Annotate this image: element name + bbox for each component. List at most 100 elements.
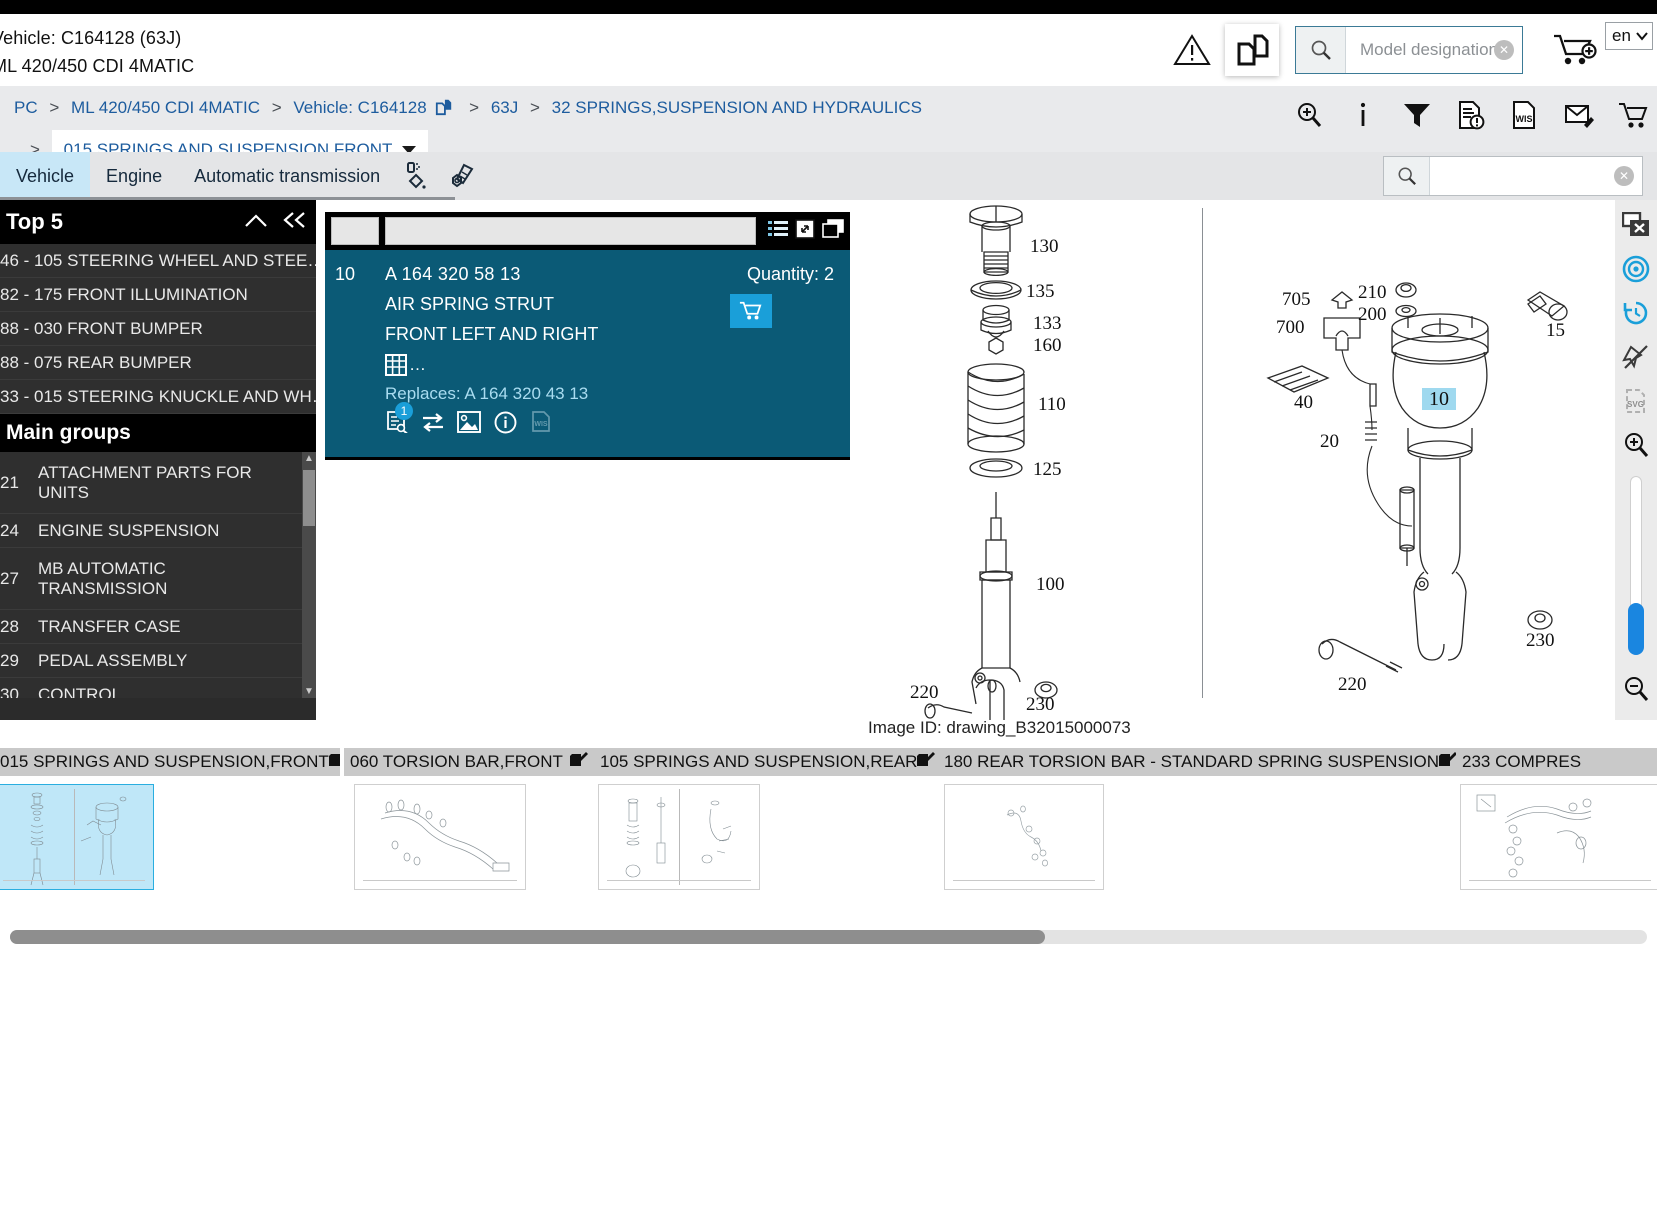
parts-filter-input[interactable] <box>385 217 756 245</box>
breadcrumb-item-3[interactable]: 63J <box>491 98 518 117</box>
double-chevron-left-icon[interactable] <box>282 209 308 235</box>
warning-triangle-icon[interactable] <box>1169 27 1215 73</box>
bolt-fastener-icon[interactable] <box>440 152 484 200</box>
breadcrumb-item-0[interactable]: PC <box>14 98 38 117</box>
thumbnail-drawing <box>1006 805 1048 867</box>
info-icon[interactable] <box>1347 98 1379 132</box>
thumbnail-title-bar[interactable]: 180 REAR TORSION BAR - STANDARD SPRING S… <box>938 748 1458 776</box>
zoom-in-icon[interactable] <box>1621 430 1651 460</box>
svg-text:110: 110 <box>1038 394 1066 415</box>
part-replaces[interactable]: Replaces: A 164 320 43 13 <box>385 384 850 404</box>
thumbnail-item[interactable]: 060 TORSION BAR,FRONT <box>344 748 596 890</box>
part-card[interactable]: 10 A 164 320 58 13 AIR SPRING STRUT FRON… <box>325 250 850 457</box>
zoom-slider-thumb[interactable] <box>1628 603 1644 655</box>
model-search-box[interactable]: Model designation ✕ <box>1295 26 1523 74</box>
thumbnail-divider <box>74 789 75 885</box>
svg-text:160: 160 <box>1033 335 1062 356</box>
language-selector[interactable]: en <box>1605 22 1653 50</box>
main-group-row[interactable]: 21 ATTACHMENT PARTS FOR UNITS <box>0 452 316 514</box>
document-search-icon[interactable]: 1 <box>385 402 413 434</box>
edit-icon[interactable] <box>917 751 936 774</box>
info-circle-icon[interactable] <box>493 410 517 434</box>
wis-document-icon[interactable]: WIS <box>1509 98 1541 132</box>
tab-engine[interactable]: Engine <box>90 152 178 200</box>
tab-vehicle[interactable]: Vehicle <box>0 152 91 200</box>
edit-icon[interactable] <box>570 751 588 774</box>
parts-search-box[interactable]: ✕ <box>1383 156 1643 196</box>
main-group-row[interactable]: 29 PEDAL ASSEMBLY <box>0 644 316 678</box>
edit-icon[interactable] <box>1439 751 1458 774</box>
cart-icon[interactable] <box>1617 98 1649 132</box>
tab-automatic-transmission[interactable]: Automatic transmission <box>178 152 396 200</box>
filter-icon[interactable] <box>1401 98 1433 132</box>
thumbnail-scrollbar[interactable] <box>10 930 1647 944</box>
drawing-viewer[interactable]: 130 135 133 160 110 125 100 220 230 210 … <box>850 200 1657 720</box>
exchange-arrows-icon[interactable] <box>421 410 445 434</box>
thumbnail-title-bar[interactable]: 233 COMPRES <box>1456 748 1657 776</box>
add-to-cart-button[interactable] <box>730 294 772 328</box>
top5-item[interactable]: 82 - 175 FRONT ILLUMINATION <box>0 278 316 312</box>
cart-add-icon[interactable] <box>1547 26 1603 74</box>
mail-edit-icon[interactable] <box>1563 98 1595 132</box>
thumbnail-image[interactable] <box>354 784 526 890</box>
scrollbar-thumb[interactable] <box>10 930 1045 944</box>
main-group-row[interactable]: 24 ENGINE SUSPENSION <box>0 514 316 548</box>
scroll-down-icon[interactable]: ▼ <box>304 686 314 697</box>
thumbnail-image[interactable] <box>0 784 154 890</box>
svg-text:705: 705 <box>1282 289 1311 310</box>
edit-icon[interactable] <box>328 751 340 774</box>
clear-search-icon[interactable]: ✕ <box>1614 166 1634 186</box>
parts-filter-chip[interactable] <box>331 217 379 245</box>
close-window-icon[interactable] <box>1621 210 1651 240</box>
thumbnail-item[interactable]: 233 COMPRES <box>1456 748 1657 890</box>
paint-spray-icon[interactable] <box>396 152 440 200</box>
top5-item[interactable]: 88 - 030 FRONT BUMPER <box>0 312 316 346</box>
scrollbar-thumb[interactable] <box>303 470 315 526</box>
wis-icon[interactable]: WIS <box>529 410 553 434</box>
document-alert-icon[interactable] <box>1455 98 1487 132</box>
top5-list: 46 - 105 STEERING WHEEL AND STEE… 82 - 1… <box>0 244 316 414</box>
history-reset-icon[interactable] <box>1621 298 1651 328</box>
target-center-icon[interactable] <box>1621 254 1651 284</box>
thumbnail-title-bar[interactable]: 105 SPRINGS AND SUSPENSION,REAR <box>594 748 938 776</box>
main-groups-scrollbar[interactable]: ▲ ▼ <box>302 452 316 698</box>
thumbnail-item[interactable]: 180 REAR TORSION BAR - STANDARD SPRING S… <box>938 748 1458 890</box>
list-view-icon[interactable] <box>768 220 788 243</box>
chevron-up-icon[interactable] <box>244 209 268 235</box>
duplicate-window-icon[interactable] <box>822 218 844 244</box>
svg-export-icon[interactable]: SVG <box>1621 386 1651 416</box>
parts-search-field[interactable]: ✕ <box>1430 157 1642 195</box>
tab-automatic-transmission-label: Automatic transmission <box>194 165 381 186</box>
top5-item[interactable]: 46 - 105 STEERING WHEEL AND STEE… <box>0 244 316 278</box>
breadcrumb-item-1[interactable]: ML 420/450 CDI 4MATIC <box>71 98 260 117</box>
thumbnail-image[interactable] <box>944 784 1104 890</box>
thumbnail-image[interactable] <box>1460 784 1657 890</box>
main-group-row[interactable]: 30 CONTROL <box>0 678 316 699</box>
main-group-row[interactable]: 27 MB AUTOMATIC TRANSMISSION <box>0 548 316 610</box>
part-quantity: Quantity: 2 <box>746 264 834 284</box>
expand-icon[interactable] <box>795 218 815 244</box>
part-table-link[interactable]: … <box>385 354 850 376</box>
top5-item[interactable]: 33 - 015 STEERING KNUCKLE AND WH… <box>0 380 316 414</box>
breadcrumb-item-4[interactable]: 32 SPRINGS,SUSPENSION AND HYDRAULICS <box>552 98 922 117</box>
thumbnail-title-bar[interactable]: 060 TORSION BAR,FRONT <box>344 748 596 776</box>
parts-panel: 10 A 164 320 58 13 AIR SPRING STRUT FRON… <box>325 212 850 460</box>
viewer-toolbar: SVG <box>1615 200 1657 720</box>
image-icon[interactable] <box>457 410 481 434</box>
clear-search-icon[interactable]: ✕ <box>1494 40 1514 60</box>
breadcrumb-copy-icon[interactable] <box>435 95 453 127</box>
zoom-search-icon[interactable] <box>1293 98 1325 132</box>
scroll-up-icon[interactable]: ▲ <box>304 453 314 464</box>
model-search-field[interactable]: Model designation ✕ <box>1346 27 1522 73</box>
thumbnail-item[interactable]: 015 SPRINGS AND SUSPENSION,FRONT <box>0 748 340 890</box>
zoom-out-icon[interactable] <box>1621 674 1651 704</box>
copy-documents-icon[interactable] <box>1225 24 1279 76</box>
top5-item[interactable]: 88 - 075 REAR BUMPER <box>0 346 316 380</box>
thumbnail-image[interactable] <box>598 784 760 890</box>
thumbnail-item[interactable]: 105 SPRINGS AND SUSPENSION,REAR <box>594 748 938 890</box>
unpin-icon[interactable] <box>1621 342 1651 372</box>
breadcrumb-item-2[interactable]: Vehicle: C164128 <box>293 98 426 117</box>
main-group-row[interactable]: 28 TRANSFER CASE <box>0 610 316 644</box>
thumbnail-title-bar[interactable]: 015 SPRINGS AND SUSPENSION,FRONT <box>0 748 340 776</box>
zoom-slider[interactable] <box>1628 476 1644 655</box>
